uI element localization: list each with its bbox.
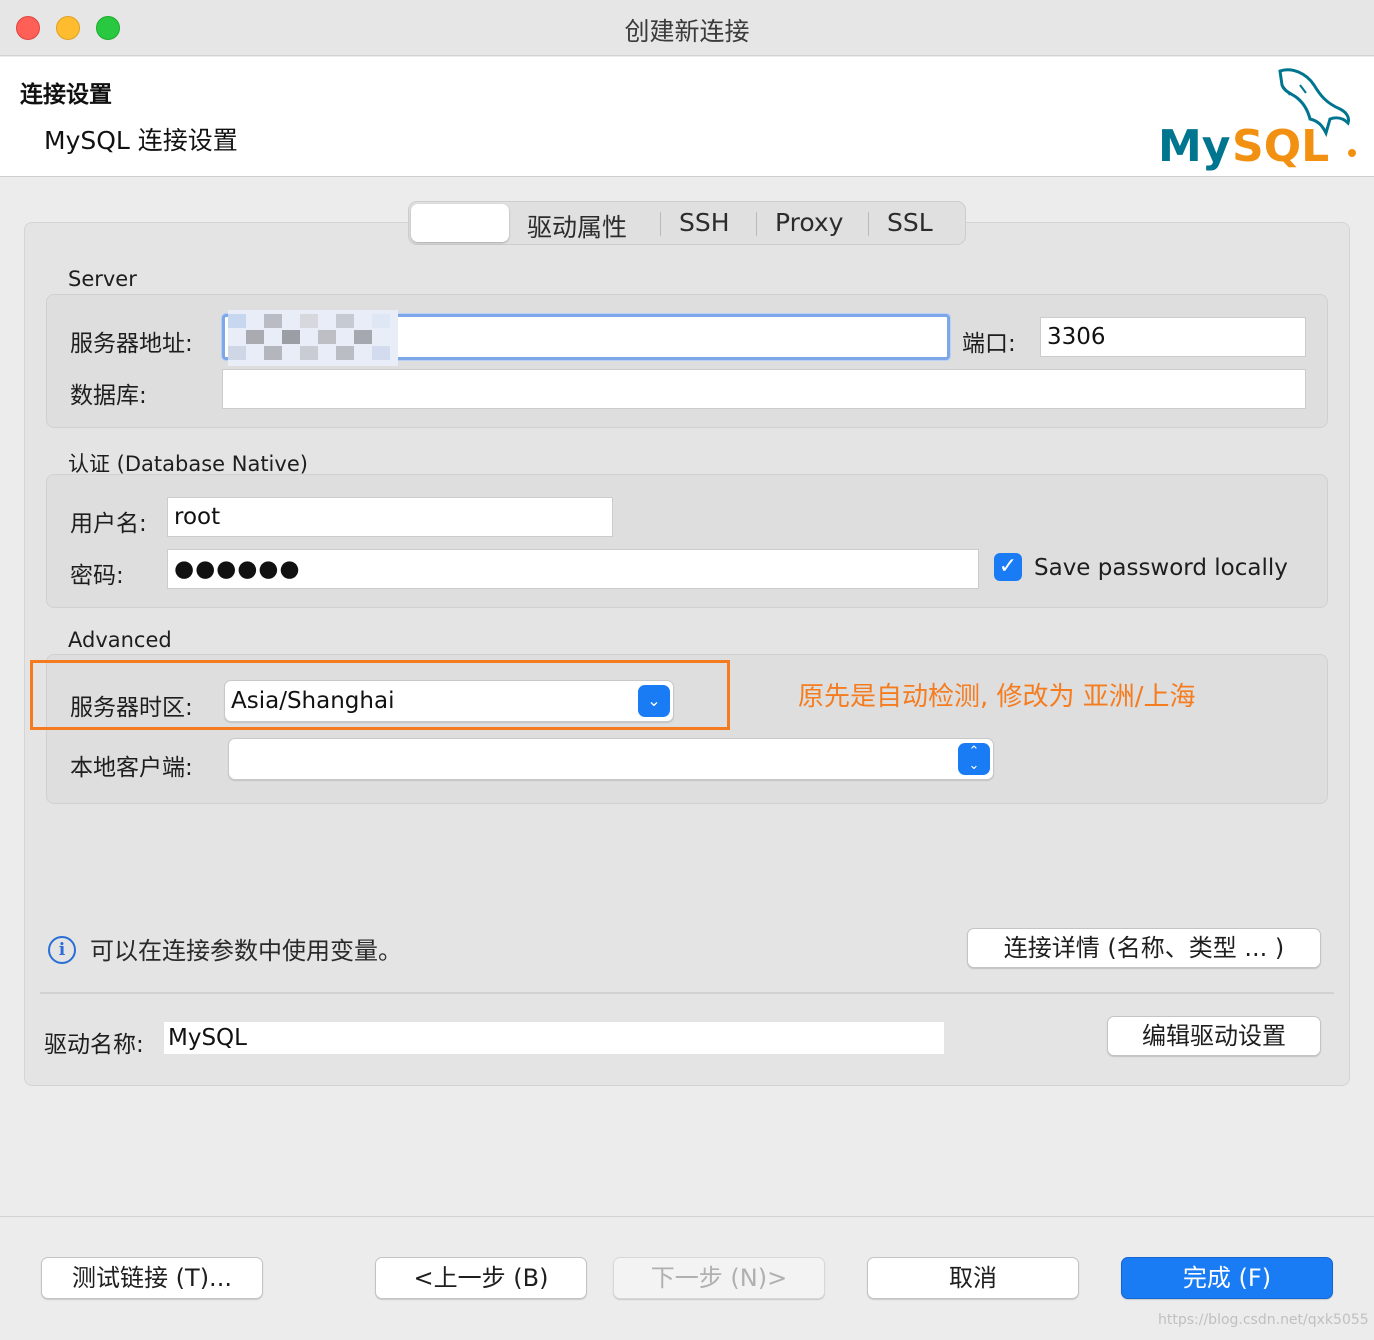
save-password-checkbox[interactable]: ✓	[994, 553, 1022, 581]
watermark: https://blog.csdn.net/qxk5055	[1158, 1312, 1369, 1328]
annotation-text: 原先是自动检测, 修改为 亚洲/上海	[798, 682, 1196, 712]
mysql-logo: My SQL	[1158, 68, 1356, 171]
window-title: 创建新连接	[624, 17, 750, 46]
divider	[40, 992, 1334, 994]
back-button[interactable]: <上一步 (B)	[375, 1257, 587, 1299]
database-input[interactable]	[222, 369, 1306, 409]
tab-main[interactable]	[411, 204, 509, 242]
tab-separator	[660, 212, 661, 236]
up-down-chevron-icon[interactable]: ⌃ ⌄	[958, 743, 990, 775]
tab-separator	[868, 212, 869, 236]
port-input[interactable]: 3306	[1040, 317, 1306, 357]
title-bar: 创建新连接	[0, 0, 1374, 56]
port-label: 端口:	[962, 331, 1016, 357]
tab-ssl[interactable]: SSL	[887, 208, 933, 237]
svg-text:SQL: SQL	[1232, 121, 1329, 171]
tab-proxy[interactable]: Proxy	[775, 208, 843, 237]
connection-details-button[interactable]: 连接详情 (名称、类型 ... )	[967, 928, 1321, 968]
password-input[interactable]: ●●●●●●	[167, 549, 979, 589]
tab-driver-properties[interactable]: 驱动属性	[527, 208, 627, 244]
client-label: 本地客户端:	[70, 755, 193, 781]
tab-ssh[interactable]: SSH	[679, 208, 730, 237]
driver-name-label: 驱动名称:	[44, 1032, 144, 1058]
save-password-label: Save password locally	[1034, 555, 1288, 581]
driver-name-field: MySQL	[164, 1022, 944, 1054]
annotation-highlight-box	[30, 660, 730, 730]
edit-driver-settings-button[interactable]: 编辑驱动设置	[1107, 1016, 1321, 1056]
redacted-host-value	[228, 310, 398, 366]
page-title: 连接设置	[20, 82, 112, 108]
test-connection-button[interactable]: 测试链接 (T)...	[41, 1257, 263, 1299]
finish-button[interactable]: 完成 (F)	[1121, 1257, 1333, 1299]
password-label: 密码:	[70, 563, 124, 589]
tab-bar: 驱动属性 SSH Proxy SSL	[408, 201, 966, 245]
footer-divider	[0, 1216, 1374, 1217]
svg-text:My: My	[1158, 121, 1230, 171]
host-label: 服务器地址:	[70, 331, 193, 357]
database-label: 数据库:	[70, 383, 147, 409]
next-button[interactable]: 下一步 (N)>	[613, 1257, 825, 1299]
username-input[interactable]: root	[167, 497, 613, 537]
info-icon: i	[48, 936, 76, 964]
page-subtitle: MySQL 连接设置	[44, 126, 238, 155]
advanced-section-label: Advanced	[68, 628, 172, 652]
tab-separator	[756, 212, 757, 236]
variables-info-text: 可以在连接参数中使用变量。	[90, 937, 402, 965]
username-label: 用户名:	[70, 511, 147, 537]
server-section-label: Server	[68, 267, 137, 291]
client-select[interactable]: ⌃ ⌄	[228, 738, 994, 780]
wizard-header: 连接设置 MySQL 连接设置 My SQL	[0, 57, 1374, 177]
cancel-button[interactable]: 取消	[867, 1257, 1079, 1299]
